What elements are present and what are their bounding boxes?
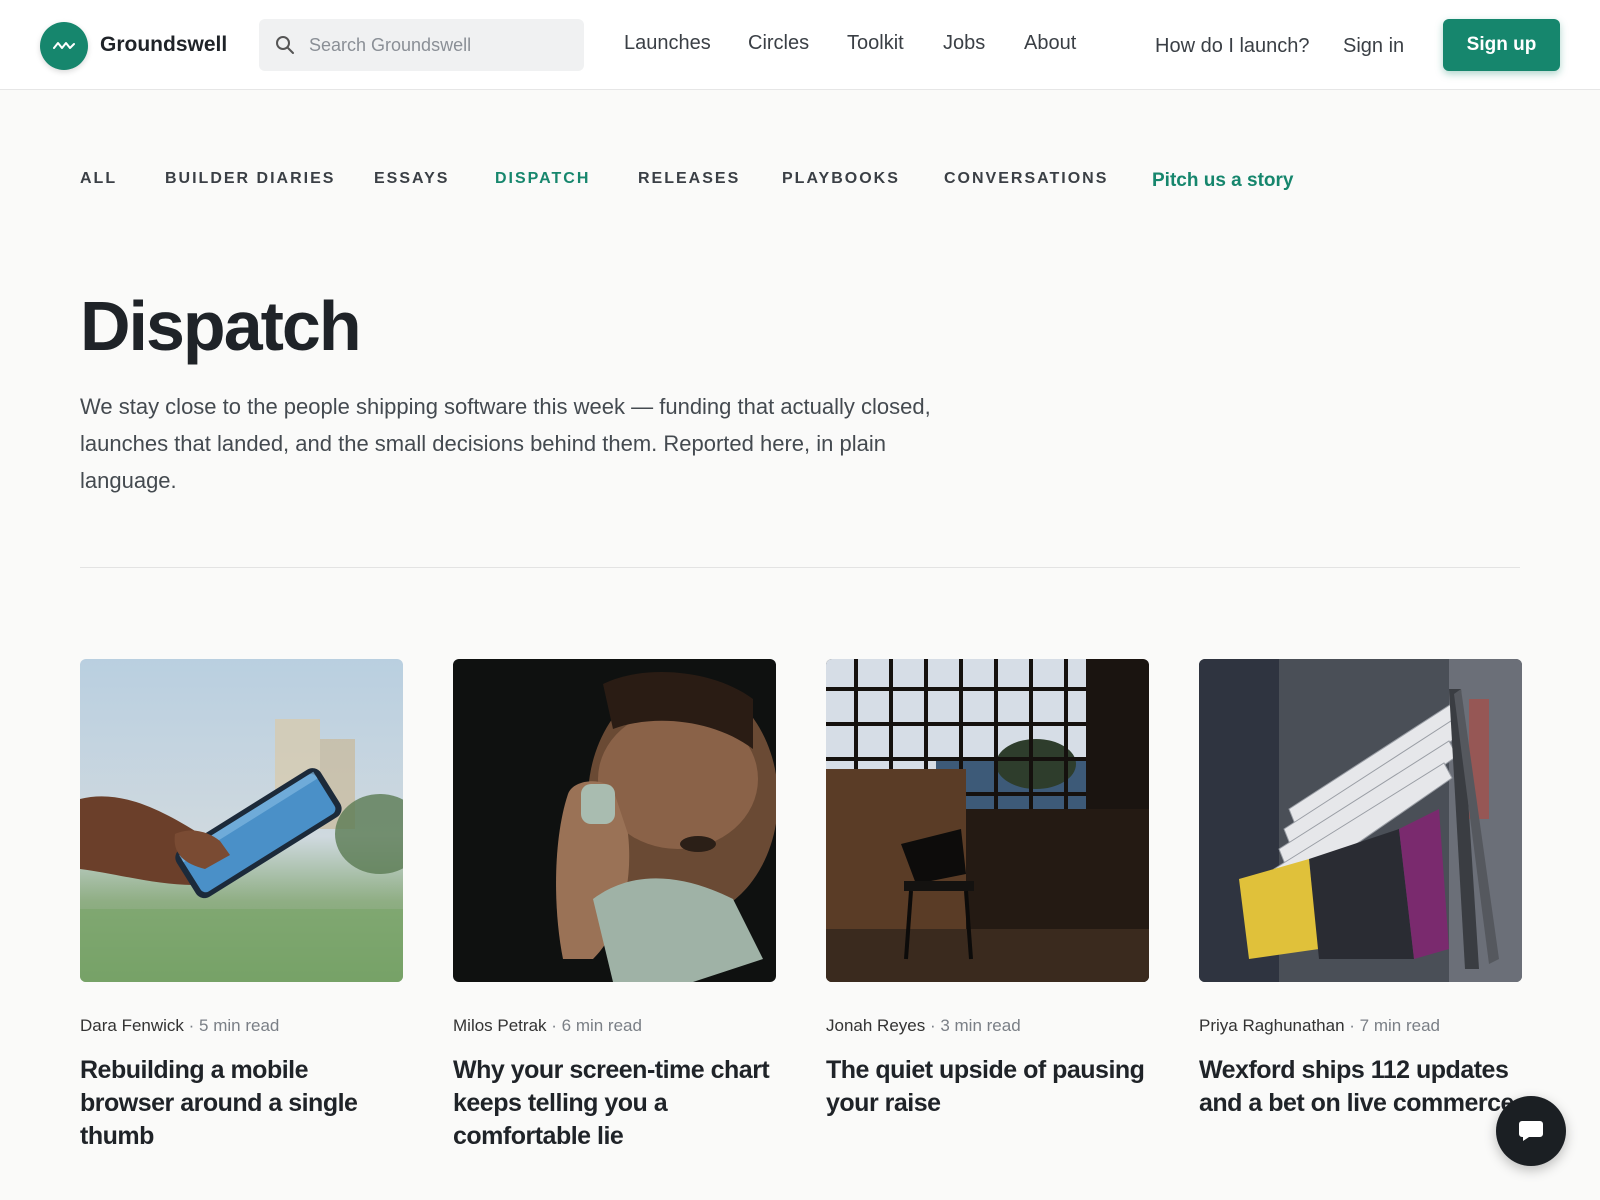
read-time: 7 min read [1359,1016,1440,1035]
wave-logo-icon [53,42,75,49]
article-author[interactable]: Milos Petrak [453,1016,547,1035]
tab-releases[interactable]: RELEASES [638,170,740,188]
article-title[interactable]: Wexford ships 112 updates and a bet on l… [1199,1054,1522,1120]
article-image-phone-call[interactable] [453,659,776,982]
article-author[interactable]: Jonah Reyes [826,1016,925,1035]
article-author[interactable]: Dara Fenwick [80,1016,184,1035]
read-time: 5 min read [199,1016,280,1035]
sign-up-button[interactable]: Sign up [1443,19,1560,71]
read-time: 6 min read [561,1016,642,1035]
article-meta: Milos Petrak · 6 min read [453,1016,642,1035]
article-image-clothing-rack[interactable] [1199,659,1522,982]
sign-in-link[interactable]: Sign in [1343,35,1404,58]
article-title[interactable]: The quiet upside of pausing your raise [826,1054,1149,1120]
tab-essays[interactable]: ESSAYS [374,170,449,188]
page-title: Dispatch [80,287,362,365]
article-meta: Dara Fenwick · 5 min read [80,1016,280,1035]
nav-launches[interactable]: Launches [624,32,711,55]
article-title[interactable]: Rebuilding a mobile browser around a sin… [80,1054,403,1153]
brand-name[interactable]: Groundswell [100,33,227,57]
how-to-launch-link[interactable]: How do I launch? [1155,35,1310,58]
article-title[interactable]: Why your screen-time chart keeps telling… [453,1054,776,1153]
tab-conversations[interactable]: CONVERSATIONS [944,170,1108,188]
nav-circles[interactable]: Circles [748,32,809,55]
nav-toolkit[interactable]: Toolkit [847,32,904,55]
nav-about[interactable]: About [1024,32,1076,55]
search-box[interactable] [259,19,584,71]
article-card[interactable]: Dara Fenwick · 5 min read Rebuilding a m… [80,659,403,1153]
tab-all[interactable]: ALL [80,170,117,188]
nav-jobs[interactable]: Jobs [943,32,985,55]
article-card[interactable]: Milos Petrak · 6 min read Why your scree… [453,659,776,1153]
chat-button[interactable] [1496,1096,1566,1166]
brand-logo[interactable] [40,22,88,70]
article-author[interactable]: Priya Raghunathan [1199,1016,1345,1035]
article-meta: Priya Raghunathan · 7 min read [1199,1016,1440,1035]
article-card[interactable]: Priya Raghunathan · 7 min read Wexford s… [1199,659,1522,1120]
read-time: 3 min read [940,1016,1021,1035]
article-image-chair-room[interactable] [826,659,1149,982]
article-meta: Jonah Reyes · 3 min read [826,1016,1021,1035]
article-card[interactable]: Jonah Reyes · 3 min read The quiet upsid… [826,659,1149,1120]
tab-playbooks[interactable]: PLAYBOOKS [782,170,900,188]
section-divider [80,567,1520,568]
tab-builder-diaries[interactable]: BUILDER DIARIES [165,170,335,188]
chat-bubble-icon [1519,1121,1543,1141]
page-intro: We stay close to the people shipping sof… [80,394,931,493]
article-image-phone[interactable] [80,659,403,982]
search-icon [275,35,295,55]
search-input[interactable] [309,34,569,56]
top-navigation-bar: Groundswell Launches Circles Toolkit Job… [0,0,1600,90]
tab-dispatch[interactable]: DISPATCH [495,170,590,188]
pitch-story-link[interactable]: Pitch us a story [1152,170,1294,192]
